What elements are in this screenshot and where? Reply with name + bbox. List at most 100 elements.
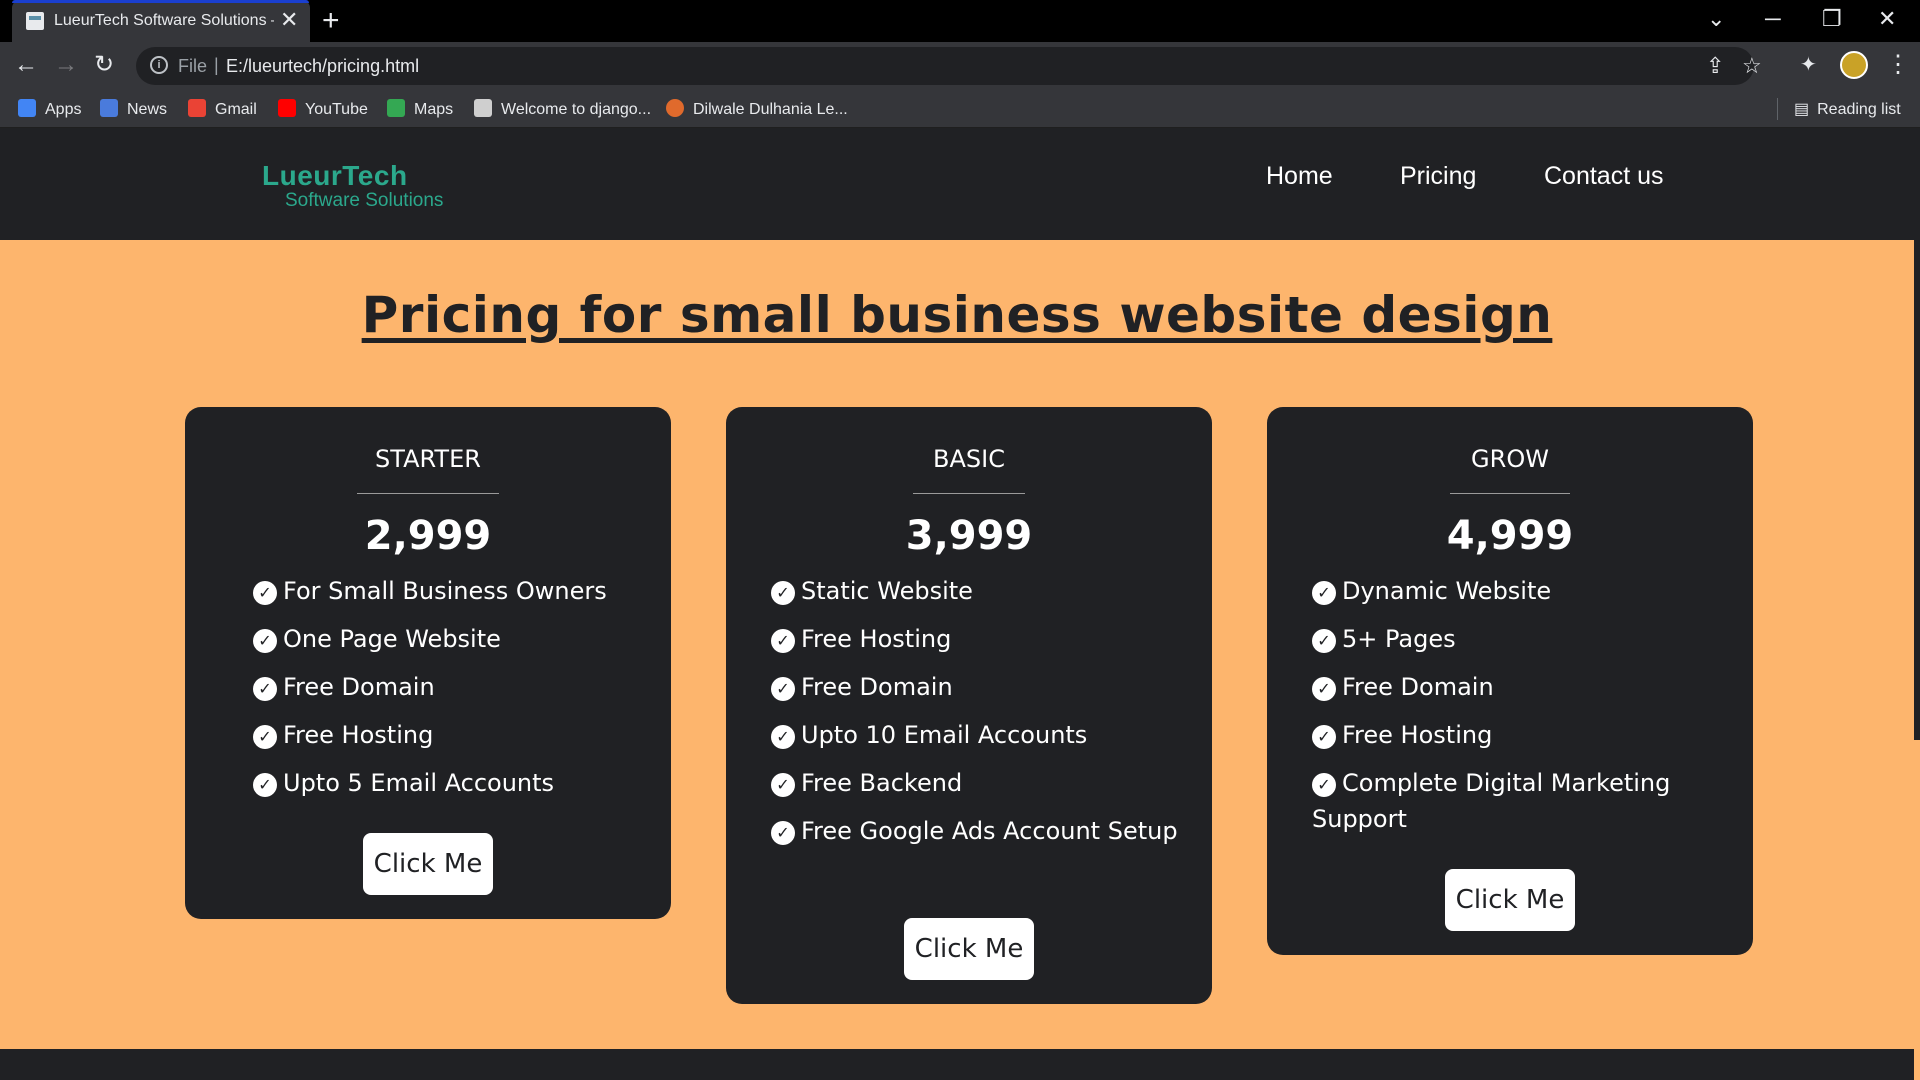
bookmark-apps[interactable]: Apps [18,99,81,119]
extensions-icon[interactable]: ✦ [1800,50,1817,80]
feature-text: Free Domain [801,673,953,701]
feature-text: 5+ Pages [1342,625,1456,653]
nav-pricing[interactable]: Pricing [1400,162,1476,191]
logo-sub: Software Solutions [285,190,444,211]
bookmarks-bar: Apps News Gmail YouTube Maps Welcome to … [0,90,1920,128]
check-circle-icon: ✓ [1312,725,1336,749]
feature-list: ✓ For Small Business Owners ✓ One Page Web… [253,573,607,813]
menu-kebab-icon[interactable]: ⋮ [1886,50,1910,80]
feature-text: Upto 5 Email Accounts [283,769,555,797]
site-favicon-icon [26,12,44,30]
basic-click-button[interactable]: Click Me [904,918,1034,980]
plan-price: 3,999 [905,513,1033,559]
avatar[interactable] [1840,51,1868,79]
feature-text: Free Hosting [1342,721,1493,749]
nav-contact[interactable]: Contact us [1544,162,1664,191]
page-scrollbar[interactable] [1914,240,1920,740]
back-icon[interactable]: ← [14,50,38,80]
feature-list: ✓ Static Website ✓ Free Hosting ✓ Free Doma… [771,573,1181,861]
check-circle-icon: ✓ [771,821,795,845]
info-icon[interactable]: i [150,56,168,74]
tab-title: LueurTech Software Solutions – I [54,12,274,29]
pricing-card-grow: GROW 4,999 ✓ Dynamic Website ✓ 5+ Pages ✓ F… [1267,407,1753,955]
feature-item: ✓ 5+ Pages [1312,621,1722,657]
feature-item: ✓ Upto 10 Email Accounts [771,717,1181,753]
feature-item: ✓ Dynamic Website [1312,573,1722,609]
tab-search-icon[interactable]: ⌄ [1707,4,1725,34]
share-icon[interactable]: ⇪ [1706,53,1724,79]
new-tab-icon[interactable]: + [322,4,340,38]
bookmark-maps[interactable]: Maps [387,99,453,119]
bookmark-label: YouTube [305,101,368,118]
nav-home[interactable]: Home [1266,162,1333,191]
reload-icon[interactable]: ↻ [94,50,114,80]
django-icon [474,99,492,117]
feature-item: ✓ Upto 5 Email Accounts [253,765,607,801]
url-text[interactable]: E:/lueurtech/pricing.html [226,56,419,77]
youtube-icon [278,99,296,117]
reading-list-label: Reading list [1817,101,1901,118]
check-circle-icon: ✓ [253,629,277,653]
feature-item: ✓ Static Website [771,573,1181,609]
feature-list: ✓ Dynamic Website ✓ 5+ Pages ✓ Free Domain … [1312,573,1722,849]
pricing-card-starter: STARTER 2,999 ✓ For Small Business Owners… [185,407,671,919]
restore-icon[interactable]: ❐ [1822,4,1842,34]
bookmark-divider [1777,98,1778,120]
news-icon [100,99,118,117]
check-circle-icon: ✓ [771,677,795,701]
check-circle-icon: ✓ [771,773,795,797]
close-window-icon[interactable]: ✕ [1878,4,1896,34]
movie-icon [666,99,684,117]
bookmark-label: Maps [414,101,454,118]
site-navbar: LueurTech Software Solutions Home Pricin… [0,128,1920,240]
feature-item: ✓ Free Domain [1312,669,1722,705]
feature-item: ✓ Complete Digital Marketing Support [1312,765,1722,837]
address-bar[interactable]: i File | E:/lueurtech/pricing.html ⇪ ☆ [136,47,1762,85]
site-footer [0,1049,1914,1080]
tab-loading-indicator [12,0,309,3]
bookmark-django[interactable]: Welcome to django... [474,99,651,119]
check-circle-icon: ✓ [253,773,277,797]
feature-text: Free Google Ads Account Setup [801,817,1178,845]
plan-name: GROW [1471,445,1549,473]
grow-click-button[interactable]: Click Me [1445,869,1575,931]
reading-list-icon: ▤ [1794,101,1810,118]
bookmark-gmail[interactable]: Gmail [188,99,257,119]
feature-item: ✓ Free Hosting [771,621,1181,657]
plan-name: STARTER [375,445,481,473]
plan-price: 4,999 [1446,513,1574,559]
plan-price: 2,999 [364,513,492,559]
forward-icon[interactable]: → [54,50,78,80]
check-circle-icon: ✓ [771,581,795,605]
browser-tabstrip: LueurTech Software Solutions – I ✕ + ⌄ ─… [0,0,1920,42]
close-icon[interactable]: ✕ [280,8,298,32]
url-separator: | [214,55,219,75]
check-circle-icon: ✓ [253,581,277,605]
starter-click-button[interactable]: Click Me [363,833,493,895]
feature-text: Free Domain [1342,673,1494,701]
apps-grid-icon [18,99,36,117]
feature-text: One Page Website [283,625,501,653]
minimize-icon[interactable]: ─ [1765,4,1781,34]
browser-tab[interactable]: LueurTech Software Solutions – I ✕ [12,0,310,42]
bookmark-movie[interactable]: Dilwale Dulhania Le... [666,99,848,119]
feature-text: Free Domain [283,673,435,701]
bookmark-label: News [127,101,168,118]
feature-text: Free Backend [801,769,963,797]
bookmark-label: Apps [45,101,82,118]
check-circle-icon: ✓ [1312,581,1336,605]
bookmark-youtube[interactable]: YouTube [278,99,368,119]
bookmark-news[interactable]: News [100,99,167,119]
check-circle-icon: ✓ [253,725,277,749]
check-circle-icon: ✓ [1312,677,1336,701]
bookmark-star-icon[interactable]: ☆ [1742,53,1762,79]
reading-list-button[interactable]: ▤ Reading list [1794,99,1901,119]
page-title: Pricing for small business website desig… [361,286,1553,344]
feature-item: ✓ Free Hosting [253,717,607,753]
bookmark-label: Welcome to django... [501,101,652,118]
feature-text: Complete Digital Marketing Support [1312,769,1671,833]
feature-text: For Small Business Owners [283,577,607,605]
logo-main[interactable]: LueurTech [262,160,408,192]
gmail-icon [188,99,206,117]
check-circle-icon: ✓ [1312,773,1336,797]
